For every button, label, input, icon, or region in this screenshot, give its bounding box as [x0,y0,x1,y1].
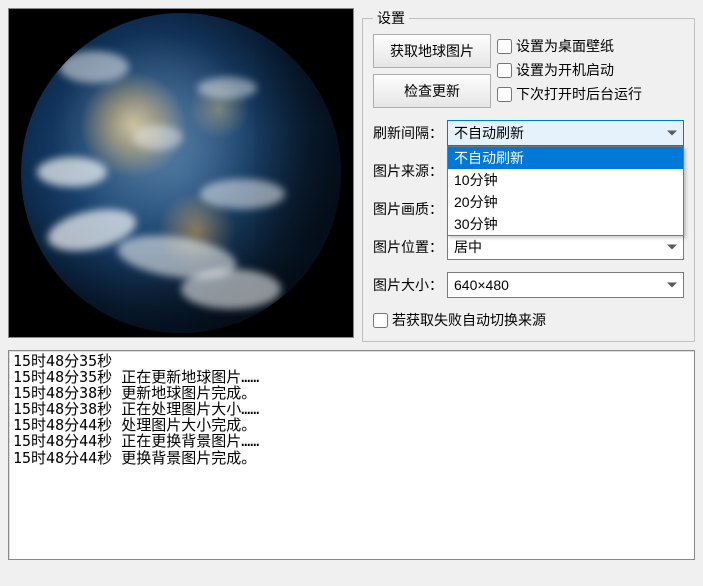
set-wallpaper-label: 设置为桌面壁纸 [516,36,614,56]
settings-legend: 设置 [373,8,409,28]
chevron-down-icon [667,245,677,250]
refresh-interval-dropdown[interactable]: 不自动刷新 10分钟 20分钟 30分钟 [447,146,684,236]
chevron-down-icon [667,283,677,288]
background-next-input[interactable] [497,87,512,102]
image-position-combo[interactable]: 居中 [447,234,684,260]
set-wallpaper-input[interactable] [497,39,512,54]
refresh-option-none[interactable]: 不自动刷新 [448,147,683,169]
image-quality-label: 图片画质： [373,199,443,219]
autostart-checkbox[interactable]: 设置为开机启动 [497,60,642,80]
image-size-value: 640×480 [454,277,509,293]
check-update-button[interactable]: 检查更新 [373,74,491,108]
refresh-option-20min[interactable]: 20分钟 [448,191,683,213]
refresh-interval-label: 刷新间隔： [373,123,443,143]
auto-switch-source-label: 若获取失败自动切换来源 [392,310,546,330]
autostart-label: 设置为开机启动 [516,60,614,80]
set-wallpaper-checkbox[interactable]: 设置为桌面壁纸 [497,36,642,56]
get-earth-image-button[interactable]: 获取地球图片 [373,34,491,68]
earth-image [21,13,341,333]
image-position-value: 居中 [454,237,482,257]
auto-switch-source-checkbox[interactable]: 若获取失败自动切换来源 [373,310,546,330]
autostart-input[interactable] [497,63,512,78]
image-source-label: 图片来源： [373,161,443,181]
refresh-option-10min[interactable]: 10分钟 [448,169,683,191]
earth-preview [8,8,354,338]
auto-switch-source-input[interactable] [373,313,388,328]
image-position-label: 图片位置： [373,237,443,257]
refresh-interval-value: 不自动刷新 [454,123,524,143]
image-size-label: 图片大小： [373,275,443,295]
image-size-combo[interactable]: 640×480 [447,272,684,298]
background-next-checkbox[interactable]: 下次打开时后台运行 [497,84,642,104]
background-next-label: 下次打开时后台运行 [516,84,642,104]
chevron-down-icon [667,131,677,136]
refresh-interval-combo[interactable]: 不自动刷新 [447,120,684,146]
log-textarea[interactable]: 15时48分35秒 15时48分35秒 正在更新地球图片…… 15时48分38秒… [8,350,695,560]
refresh-option-30min[interactable]: 30分钟 [448,213,683,235]
settings-group: 设置 获取地球图片 检查更新 设置为桌面壁纸 设置为开机启动 下次打开时后台运行 [362,8,695,342]
